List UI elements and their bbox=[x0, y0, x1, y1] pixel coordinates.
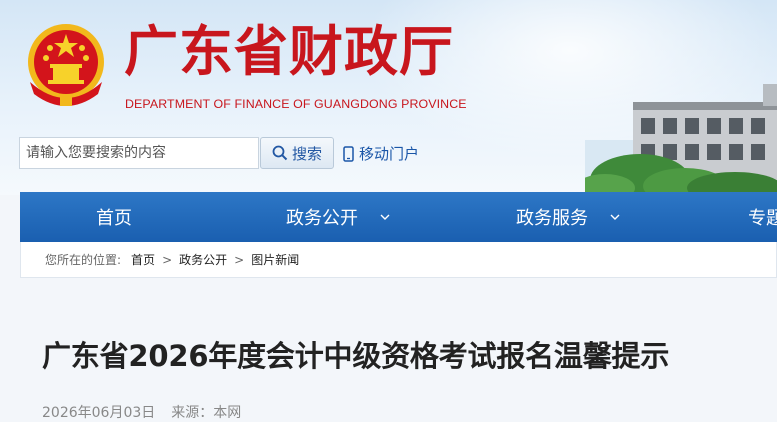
chevron-down-icon bbox=[380, 214, 390, 221]
article-meta: 2026年06月03日 来源：本网 bbox=[42, 402, 241, 422]
search-input[interactable] bbox=[19, 137, 259, 169]
nav-item-gov-services[interactable]: 政务服务 bbox=[516, 192, 620, 242]
chevron-down-icon bbox=[610, 214, 620, 221]
breadcrumb-prefix: 您所在的位置: bbox=[45, 253, 122, 267]
nav-item-topics[interactable]: 专题 bbox=[748, 192, 777, 242]
mobile-portal-label: 移动门户 bbox=[359, 145, 420, 163]
national-emblem-icon bbox=[28, 24, 104, 106]
site-title-english: DEPARTMENT OF FINANCE OF GUANGDONG PROVI… bbox=[125, 97, 467, 111]
search-button[interactable]: 搜索 bbox=[260, 137, 334, 169]
article-title: 广东省2026年度会计中级资格考试报名温馨提示 bbox=[42, 339, 670, 373]
breadcrumb-link-photo-news[interactable]: 图片新闻 bbox=[251, 251, 299, 268]
article-date: 2026年06月03日 bbox=[42, 405, 156, 421]
main-nav: 首页 政务公开 政务服务 专题 bbox=[20, 192, 777, 242]
nav-item-label: 专题 bbox=[748, 208, 777, 229]
nav-item-label: 首页 bbox=[96, 208, 132, 229]
nav-item-label: 政务服务 bbox=[516, 208, 588, 229]
breadcrumb-separator: > bbox=[162, 252, 173, 267]
mobile-portal-link[interactable]: 移动门户 bbox=[343, 143, 419, 164]
building-image bbox=[585, 84, 777, 195]
search-icon bbox=[272, 145, 288, 161]
mobile-phone-icon bbox=[343, 145, 354, 162]
nav-item-label: 政务公开 bbox=[286, 208, 358, 229]
search-button-label: 搜索 bbox=[291, 144, 322, 163]
breadcrumb-link-home[interactable]: 首页 bbox=[131, 251, 155, 268]
breadcrumb-link-gov-affairs-open[interactable]: 政务公开 bbox=[179, 251, 227, 268]
nav-item-gov-affairs-open[interactable]: 政务公开 bbox=[286, 192, 390, 242]
article-source: 来源：本网 bbox=[171, 405, 242, 421]
breadcrumb: 您所在的位置: 首页 > 政务公开 > 图片新闻 bbox=[20, 242, 777, 278]
site-title: 广东省财政厅 bbox=[124, 19, 454, 83]
nav-item-home[interactable]: 首页 bbox=[96, 192, 132, 242]
site-header: 广东省财政厅 DEPARTMENT OF FINANCE OF GUANGDON… bbox=[0, 0, 777, 195]
breadcrumb-separator: > bbox=[234, 252, 245, 267]
